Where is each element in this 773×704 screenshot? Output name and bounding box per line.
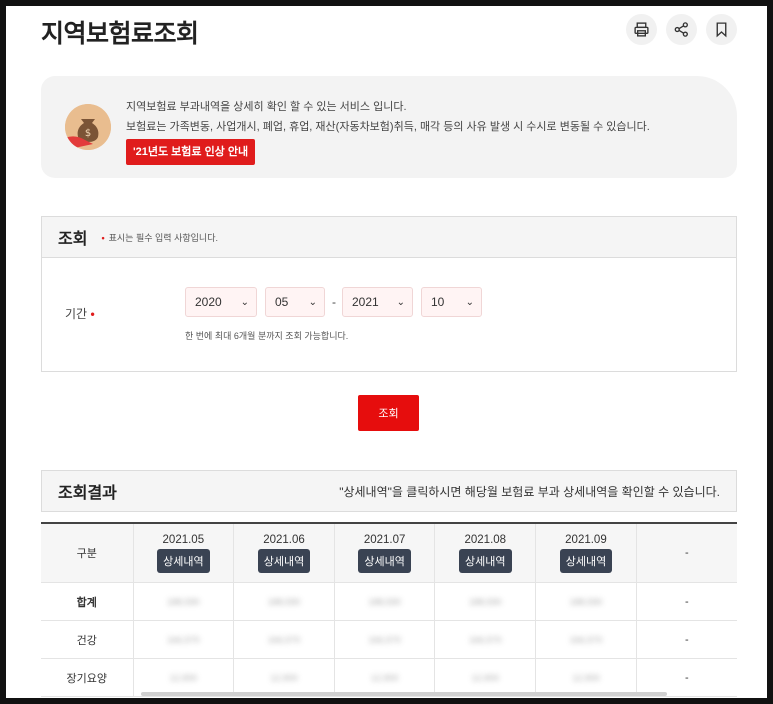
search-button[interactable]: 조회	[358, 395, 419, 431]
info-line-2: 보험료는 가족변동, 사업개시, 폐업, 휴업, 재산(자동차보험)취득, 매각…	[126, 121, 650, 133]
table-header-row: 구분 2021.05 상세내역 2021.06 상세내역 2021.07 상세내역 2…	[41, 523, 737, 583]
chevron-down-icon: ⌄	[240, 296, 249, 308]
page-frame: 지역보험료조회 $ 지역보험료 부과내역을 상세히 확인 할 수 있는 서비스 …	[6, 6, 767, 698]
table-row: 건강 166,570 166,570 166,570 166,570 166,5…	[41, 620, 737, 659]
bookmark-button[interactable]	[706, 14, 737, 45]
month-column: 2021.05 상세내역	[132, 523, 234, 583]
table-cell: 12,900	[132, 658, 234, 697]
table-cell: 188,590	[535, 582, 637, 621]
to-month-select[interactable]: 10 ⌄	[421, 287, 482, 317]
money-bag-icon: $	[65, 104, 111, 150]
table-cell: 12,900	[535, 658, 637, 697]
period-note: 한 번에 최대 6개월 분까지 조회 가능합니다.	[185, 331, 349, 341]
info-line-1: 지역보험료 부과내역을 상세히 확인 할 수 있는 서비스 입니다.	[126, 101, 407, 113]
table-cell: 166,570	[333, 620, 435, 659]
table-cell: 166,570	[132, 620, 234, 659]
query-header: 조회 • 표시는 필수 입력 사항입니다.	[42, 217, 736, 258]
table-cell: 166,570	[233, 620, 335, 659]
detail-button[interactable]: 상세내역	[459, 548, 512, 573]
column-header: 구분	[41, 523, 133, 583]
table-cell: 12,900	[434, 658, 536, 697]
from-year-select[interactable]: 2020 ⌄	[185, 287, 257, 317]
row-label: 합계	[41, 582, 133, 621]
table-row: 합계 188,590 188,590 188,590 188,590 188,5…	[41, 582, 737, 621]
required-dot-icon: •	[101, 232, 105, 243]
chevron-down-icon: ⌄	[465, 296, 474, 308]
detail-button[interactable]: 상세내역	[559, 548, 613, 573]
share-icon	[674, 22, 688, 37]
svg-text:$: $	[85, 128, 91, 139]
month-column: 2021.08 상세내역	[434, 523, 536, 583]
required-note: • 표시는 필수 입력 사항입니다.	[101, 232, 218, 243]
month-column: 2021.06 상세내역	[233, 523, 335, 583]
table-cell: 166,570	[535, 620, 637, 659]
period-label: 기간 •	[65, 307, 95, 321]
query-heading: 조회	[58, 231, 88, 248]
period-separator: -	[332, 295, 336, 309]
table-cell: 188,590	[132, 582, 234, 621]
query-panel: 조회 • 표시는 필수 입력 사항입니다. 기간 • 2020 ⌄ 05 ⌄ - 20…	[41, 216, 737, 372]
empty-column: -	[635, 523, 737, 583]
table-cell: 166,570	[434, 620, 536, 659]
period-selects: 2020 ⌄ 05 ⌄ - 2021 ⌄ 10 ⌄	[185, 287, 490, 317]
bookmark-icon	[716, 22, 727, 38]
from-month-select[interactable]: 05 ⌄	[265, 287, 325, 317]
table-cell: 12,900	[333, 658, 435, 697]
result-table: 구분 2021.05 상세내역 2021.06 상세내역 2021.07 상세내역 2…	[41, 522, 737, 697]
chevron-down-icon: ⌄	[396, 296, 405, 308]
month-column: 2021.07 상세내역	[333, 523, 435, 583]
result-heading: 조회결과	[58, 485, 117, 502]
table-cell: 188,590	[233, 582, 335, 621]
table-cell: -	[635, 620, 737, 659]
detail-button[interactable]: 상세내역	[358, 548, 411, 573]
toolbar	[626, 14, 737, 45]
rate-increase-notice-button[interactable]: '21년도 보험료 인상 안내	[126, 139, 256, 165]
month-column: 2021.09 상세내역	[535, 523, 637, 583]
table-cell: 188,590	[333, 582, 435, 621]
detail-button[interactable]: 상세내역	[157, 548, 210, 573]
info-box: $ 지역보험료 부과내역을 상세히 확인 할 수 있는 서비스 입니다. 보험료…	[41, 76, 737, 178]
share-button[interactable]	[666, 14, 697, 45]
row-label: 장기요양	[41, 658, 133, 697]
print-icon	[634, 22, 649, 37]
result-hint: "상세내역"을 클릭하시면 해당월 보험료 부과 상세내역을 확인할 수 있습니…	[339, 484, 720, 499]
page-title: 지역보험료조회	[41, 20, 199, 48]
table-cell: -	[635, 658, 737, 697]
table-cell: 12,900	[233, 658, 335, 697]
required-dot-icon: •	[90, 307, 95, 321]
chevron-down-icon: ⌄	[308, 296, 317, 308]
horizontal-scrollbar[interactable]	[141, 692, 667, 696]
detail-button[interactable]: 상세내역	[257, 548, 311, 573]
print-button[interactable]	[626, 14, 657, 45]
result-header: 조회결과 "상세내역"을 클릭하시면 해당월 보험료 부과 상세내역을 확인할 …	[41, 470, 737, 512]
table-cell: 188,590	[434, 582, 536, 621]
to-year-select[interactable]: 2021 ⌄	[342, 287, 413, 317]
table-cell: -	[635, 582, 737, 621]
table-row: 장기요양 12,900 12,900 12,900 12,900 12,900 …	[41, 658, 737, 697]
row-label: 건강	[41, 620, 133, 659]
